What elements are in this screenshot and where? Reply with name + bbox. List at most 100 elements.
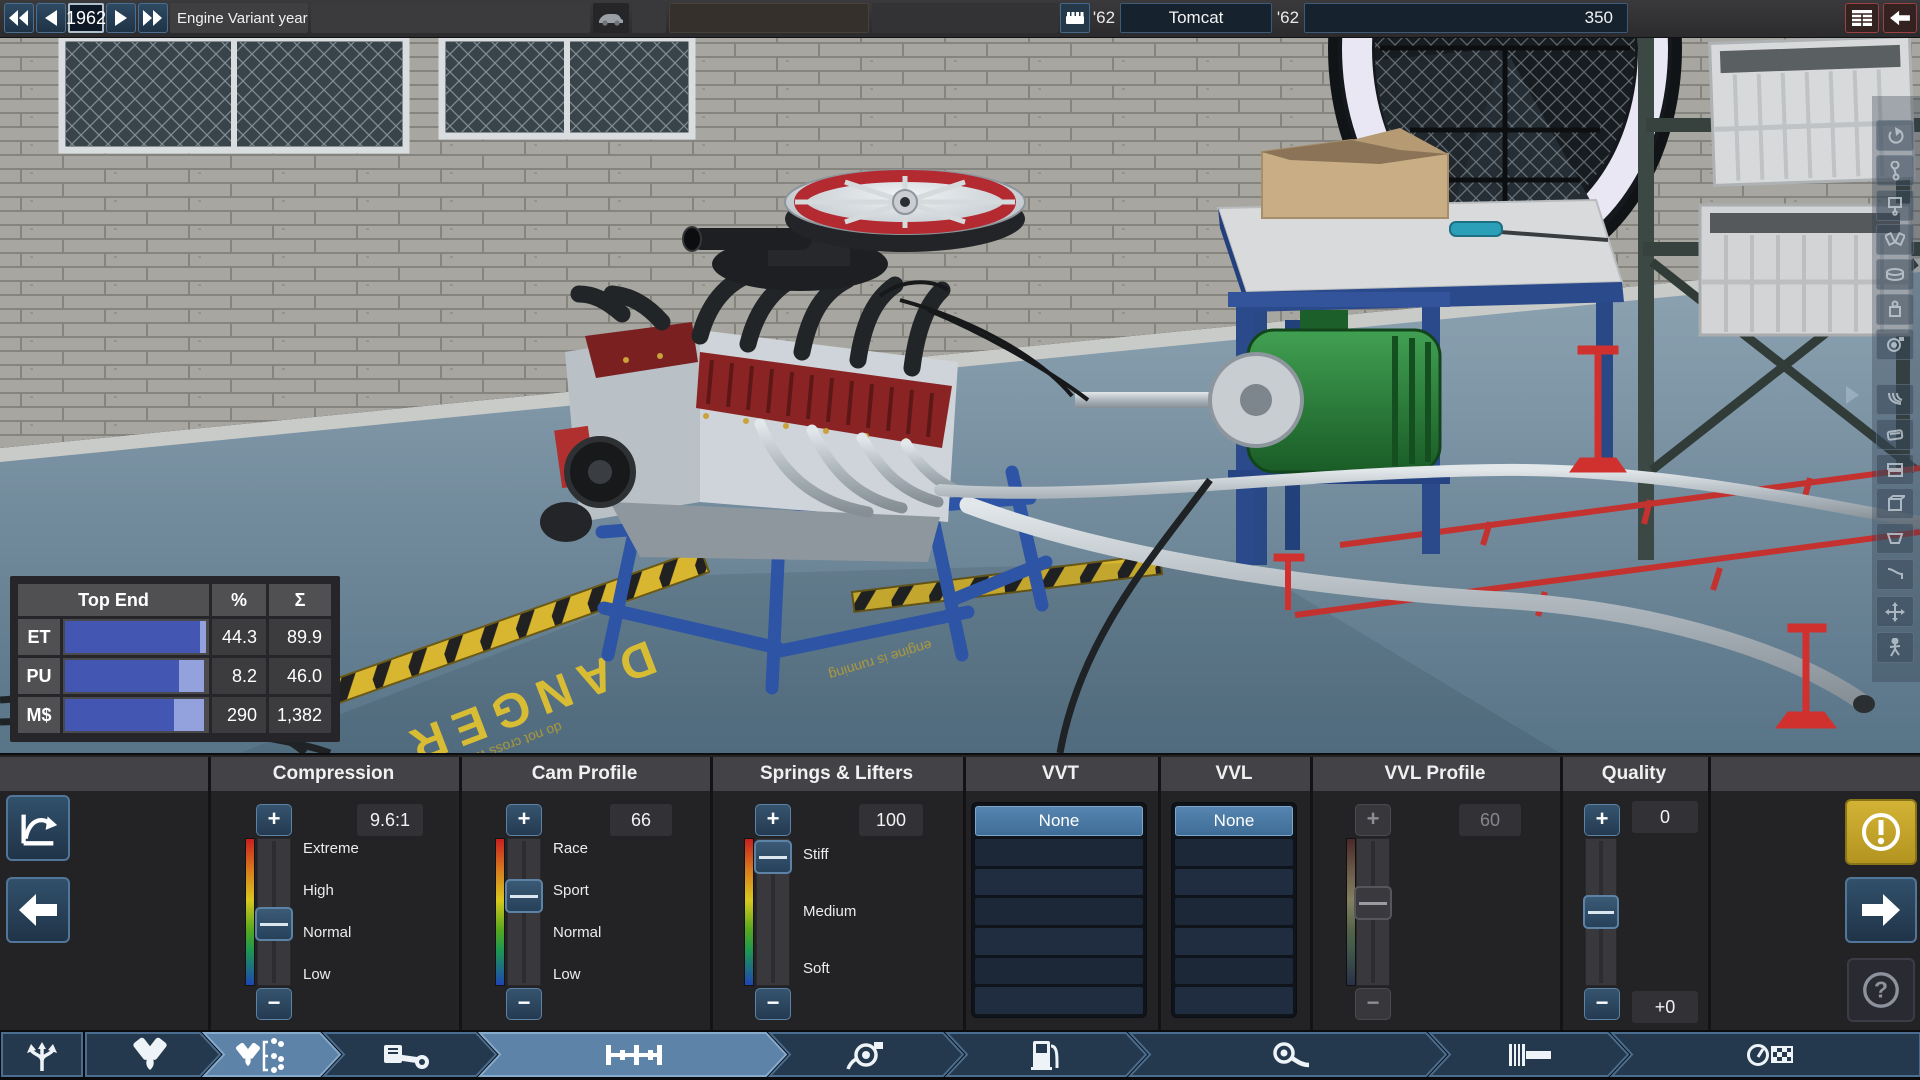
tab-crankshaft[interactable] [477, 1032, 788, 1077]
variant-year-label: Engine Variant year [170, 3, 308, 33]
list-item[interactable] [975, 987, 1143, 1015]
slider-label: Low [553, 966, 581, 983]
engine-block-icon [1888, 494, 1905, 511]
tab-engine-family[interactable] [1, 1032, 83, 1077]
sum-column-header: Σ [269, 584, 331, 616]
toolbar-carburetor-button[interactable] [1876, 294, 1914, 325]
valve-cover-icon [1886, 428, 1904, 441]
pct-column-header: % [212, 584, 266, 616]
engine-variant-button[interactable] [1060, 3, 1090, 33]
variant-name-field[interactable]: 350 [1304, 3, 1628, 33]
bar-fill [65, 699, 175, 731]
year-next-button[interactable] [106, 3, 136, 33]
list-item[interactable] [1175, 839, 1293, 866]
tab-top-end[interactable] [201, 1032, 342, 1077]
list-item[interactable] [1175, 868, 1293, 896]
tab-aspiration[interactable] [767, 1032, 965, 1077]
list-item[interactable] [1175, 957, 1293, 985]
toolbar-conrod-button[interactable] [1876, 155, 1914, 186]
toolbar-move-button[interactable] [1876, 596, 1914, 627]
dyno-graph-button[interactable] [6, 795, 70, 861]
v-engine-icon [1885, 231, 1905, 246]
toolbar-valve-cover-button[interactable] [1876, 419, 1914, 450]
quality-slider-handle[interactable] [1583, 895, 1619, 929]
vvt-option-list: None [971, 802, 1147, 1018]
toolbar-engine-block-button[interactable] [1876, 488, 1914, 519]
list-item[interactable] [1175, 987, 1293, 1015]
cam-plus-button[interactable]: + [506, 804, 542, 836]
toolbar-undo-button[interactable] [1876, 120, 1914, 151]
pct-value: 44.3 [212, 619, 266, 655]
tab-engine-block[interactable] [85, 1032, 222, 1077]
quality-minus-button[interactable]: − [1584, 988, 1620, 1020]
slider-label: Medium [803, 903, 857, 920]
quality-plus-button[interactable]: + [1584, 804, 1620, 836]
list-item[interactable] [975, 839, 1143, 866]
help-button[interactable]: ? [1847, 958, 1915, 1022]
springs-value: 100 [859, 804, 923, 836]
top-bar: 1962 Engine Variant year '62 Tomcat '62 … [0, 0, 1920, 38]
springs-gradient-strip [744, 838, 754, 986]
springs-slider-handle[interactable] [754, 840, 792, 874]
list-item[interactable] [975, 868, 1143, 896]
tab-exhaust[interactable] [1127, 1032, 1448, 1077]
tab-testing-results[interactable] [1609, 1032, 1920, 1077]
year-prev-button[interactable] [36, 3, 66, 33]
springs-slider[interactable] [754, 838, 792, 986]
cam-slider-handle[interactable] [505, 879, 543, 913]
previous-tab-button[interactable] [6, 877, 70, 943]
quality-slider[interactable] [1583, 838, 1619, 986]
compression-slider-handle[interactable] [255, 907, 293, 941]
toolbar-turbo-button[interactable] [1876, 329, 1914, 360]
toolbar-v-engine-button[interactable] [1876, 224, 1914, 255]
toolbar-cylinder-head-button[interactable] [1876, 454, 1914, 485]
list-item[interactable] [1175, 898, 1293, 926]
list-item[interactable] [975, 898, 1143, 926]
vvl-selected-option[interactable]: None [1175, 806, 1293, 836]
cam-minus-button[interactable]: − [506, 988, 542, 1020]
year-first-button[interactable] [4, 3, 34, 33]
tab-bottom-end[interactable] [321, 1032, 498, 1077]
warnings-button[interactable] [1845, 799, 1917, 865]
exhaust-pipe-end [1853, 695, 1875, 713]
bar-tip [199, 621, 206, 653]
toolbar-headers-button[interactable] [1876, 384, 1914, 415]
vvl-profile-plus-button: + [1355, 804, 1391, 836]
list-item[interactable] [1175, 928, 1293, 955]
compression-plus-button[interactable]: + [256, 804, 292, 836]
cam-slider[interactable] [505, 838, 543, 986]
undo-icon [1888, 126, 1904, 144]
slider-label: Extreme [303, 840, 359, 857]
tab-dyno-setup[interactable] [1427, 1032, 1630, 1077]
slider-label: Stiff [803, 846, 829, 863]
next-tab-button[interactable] [1845, 877, 1917, 943]
tab-fuel-system[interactable] [944, 1032, 1148, 1077]
family-name-field[interactable]: Tomcat [1120, 3, 1272, 33]
oil-pan-icon [1886, 532, 1904, 544]
springs-plus-button[interactable]: + [755, 804, 791, 836]
list-item[interactable] [975, 957, 1143, 985]
springs-minus-button[interactable]: − [755, 988, 791, 1020]
svg-text:?: ? [1874, 977, 1888, 1003]
stats-overlay-table: Top End % Σ ET 44.3 89.9 PU 8.2 46.0 M$ … [10, 576, 340, 742]
year-value[interactable]: 1962 [66, 3, 106, 33]
headers-icon [1888, 392, 1903, 405]
vvt-selected-option[interactable]: None [975, 806, 1143, 836]
year-last-button[interactable] [138, 3, 168, 33]
car-model-button[interactable] [593, 3, 629, 33]
toolbar-exhaust-pipe-button[interactable] [1876, 559, 1914, 590]
expand-toolbar-arrow[interactable] [1846, 386, 1859, 404]
back-exit-button[interactable] [1883, 3, 1917, 33]
toolbar-air-filter-button[interactable] [1876, 259, 1914, 290]
list-item[interactable] [975, 928, 1143, 955]
data-sheet-button[interactable] [1845, 3, 1879, 33]
compression-slider[interactable] [255, 838, 293, 986]
toolbar-walk-button[interactable] [1876, 632, 1914, 663]
sum-value: 89.9 [269, 619, 331, 655]
quality-value: 0 [1632, 801, 1698, 833]
toolbar-piston-button[interactable] [1876, 190, 1914, 221]
vvl-profile-slider [1354, 838, 1392, 986]
toolbar-oil-pan-button[interactable] [1876, 523, 1914, 554]
graph-icon [21, 814, 58, 846]
compression-minus-button[interactable]: − [256, 988, 292, 1020]
